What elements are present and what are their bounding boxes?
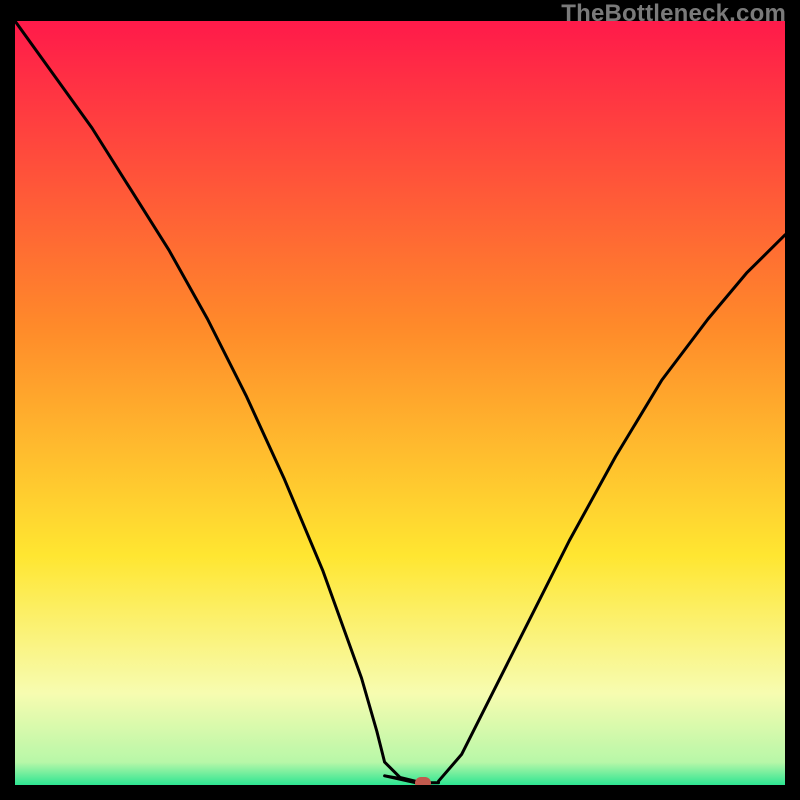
minimum-marker [415, 777, 431, 785]
watermark-text: TheBottleneck.com [561, 0, 786, 28]
chart-frame: TheBottleneck.com [0, 0, 800, 800]
bottleneck-curve [15, 21, 785, 785]
plot-area [15, 21, 785, 785]
